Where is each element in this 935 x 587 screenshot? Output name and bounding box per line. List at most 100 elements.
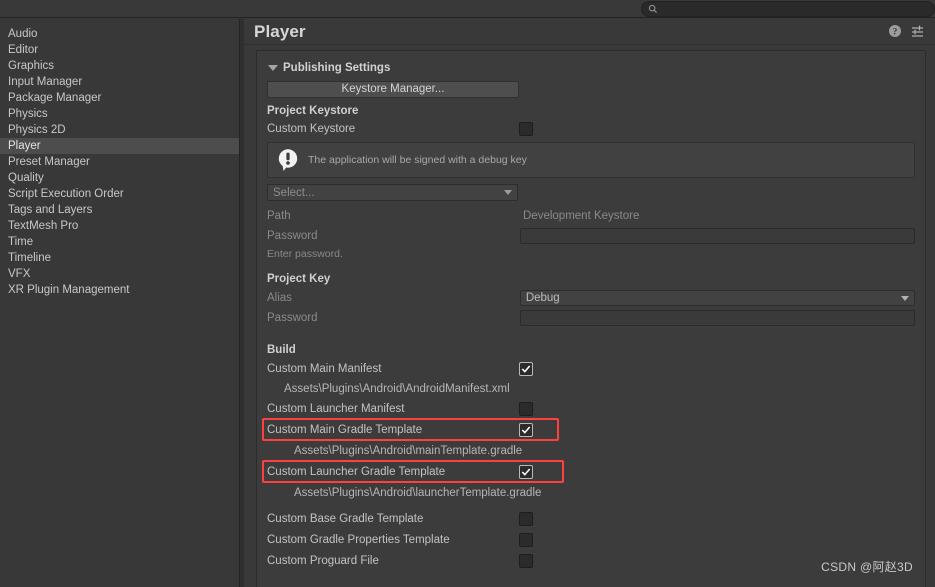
settings-content-card: Publishing Settings Keystore Manager... … xyxy=(256,50,926,587)
sidebar-item-label: Timeline xyxy=(8,252,52,264)
settings-category-sidebar: Audio Editor Graphics Input Manager Pack… xyxy=(0,19,240,587)
sidebar-item-tags-and-layers[interactable]: Tags and Layers xyxy=(0,202,239,218)
keystore-password-row: Password xyxy=(267,226,915,246)
sidebar-item-label: Graphics xyxy=(8,60,55,72)
custom-base-gradle-template-row: Custom Base Gradle Template xyxy=(267,508,915,529)
path-label: Path xyxy=(267,210,291,222)
sidebar-item-label: Preset Manager xyxy=(8,156,90,168)
sidebar-item-package-manager[interactable]: Package Manager xyxy=(0,90,239,106)
sidebar-item-label: Physics xyxy=(8,108,48,120)
sidebar-item-label: Time xyxy=(8,236,34,248)
top-toolbar xyxy=(0,0,935,18)
sidebar-item-vfx[interactable]: VFX xyxy=(0,266,239,282)
sidebar-item-label: Player xyxy=(8,140,41,152)
sidebar-item-label: Editor xyxy=(8,44,39,56)
custom-main-gradle-template-checkbox[interactable] xyxy=(519,423,533,437)
sidebar-item-label: Audio xyxy=(8,28,38,40)
keystore-manager-button[interactable]: Keystore Manager... xyxy=(267,81,519,98)
sidebar-item-label: XR Plugin Management xyxy=(8,284,130,296)
player-settings-panel: Player ? Publishing Settings Keystore Ma… xyxy=(244,19,935,587)
keystore-select-dropdown[interactable]: Select... xyxy=(267,184,518,201)
sidebar-item-editor[interactable]: Editor xyxy=(0,42,239,58)
keystore-password-label: Password xyxy=(267,230,318,242)
search-input[interactable] xyxy=(658,3,908,15)
custom-gradle-properties-template-checkbox[interactable] xyxy=(519,532,533,547)
help-icon[interactable]: ? xyxy=(888,24,902,38)
custom-launcher-gradle-template-row: Custom Launcher Gradle Template xyxy=(262,460,915,483)
panel-header-icons: ? xyxy=(888,24,925,38)
custom-proguard-file-row: Custom Proguard File xyxy=(267,550,915,571)
custom-base-gradle-template-checkbox[interactable] xyxy=(519,511,533,526)
custom-main-manifest-row: Custom Main Manifest xyxy=(267,359,915,379)
warning-icon xyxy=(278,149,298,171)
custom-main-gradle-template-label: Custom Main Gradle Template xyxy=(267,424,423,436)
custom-keystore-row: Custom Keystore xyxy=(267,120,915,138)
custom-gradle-properties-template-label: Custom Gradle Properties Template xyxy=(267,533,450,546)
sidebar-item-physics-2d[interactable]: Physics 2D xyxy=(0,122,239,138)
publishing-settings-label: Publishing Settings xyxy=(283,62,391,74)
sidebar-item-xr-plugin-management[interactable]: XR Plugin Management xyxy=(0,282,239,298)
custom-keystore-label: Custom Keystore xyxy=(267,123,356,135)
custom-launcher-gradle-template-path: Assets\Plugins\Android\launcherTemplate.… xyxy=(294,487,542,499)
triangle-down-icon xyxy=(268,65,278,71)
custom-base-gradle-template-label: Custom Base Gradle Template xyxy=(267,512,424,525)
sidebar-item-physics[interactable]: Physics xyxy=(0,106,239,122)
publishing-settings-foldout[interactable]: Publishing Settings xyxy=(267,59,915,77)
custom-main-gradle-template-path: Assets\Plugins\Android\mainTemplate.grad… xyxy=(294,445,523,457)
sidebar-item-textmesh-pro[interactable]: TextMesh Pro xyxy=(0,218,239,234)
alias-label: Alias xyxy=(267,292,292,304)
custom-launcher-manifest-row: Custom Launcher Manifest xyxy=(267,399,915,419)
search-icon xyxy=(648,4,657,13)
sidebar-item-preset-manager[interactable]: Preset Manager xyxy=(0,154,239,170)
sidebar-item-label: Input Manager xyxy=(8,76,83,88)
sidebar-item-timeline[interactable]: Timeline xyxy=(0,250,239,266)
sidebar-item-label: TextMesh Pro xyxy=(8,220,79,232)
sidebar-item-quality[interactable]: Quality xyxy=(0,170,239,186)
key-password-row: Password xyxy=(267,308,915,328)
alias-dropdown[interactable]: Debug xyxy=(519,290,915,306)
key-password-input[interactable] xyxy=(519,310,915,326)
unity-project-settings-window: Audio Editor Graphics Input Manager Pack… xyxy=(0,0,935,587)
key-alias-row: Alias Debug xyxy=(267,288,915,308)
alias-value: Debug xyxy=(525,292,560,304)
keystore-password-input[interactable] xyxy=(519,228,915,244)
keystore-path-row: Path Development Keystore xyxy=(267,206,915,226)
custom-keystore-checkbox[interactable] xyxy=(519,122,533,136)
watermark: CSDN @阿赵3D xyxy=(821,560,913,574)
custom-launcher-gradle-template-checkbox[interactable] xyxy=(519,465,533,479)
sidebar-item-time[interactable]: Time xyxy=(0,234,239,250)
custom-launcher-manifest-checkbox[interactable] xyxy=(519,402,533,416)
custom-proguard-file-label: Custom Proguard File xyxy=(267,554,379,567)
sidebar-item-label: Package Manager xyxy=(8,92,102,104)
sidebar-item-audio[interactable]: Audio xyxy=(0,26,239,42)
sidebar-item-label: Physics 2D xyxy=(8,124,66,136)
debug-key-warning-box: The application will be signed with a de… xyxy=(267,142,915,178)
chevron-down-icon xyxy=(504,190,512,195)
keystore-select-value: Select... xyxy=(273,186,315,199)
custom-main-manifest-label: Custom Main Manifest xyxy=(267,363,382,375)
key-password-label: Password xyxy=(267,312,318,324)
build-header: Build xyxy=(267,344,296,356)
custom-main-manifest-checkbox[interactable] xyxy=(519,362,533,376)
search-field[interactable] xyxy=(641,1,935,17)
custom-launcher-manifest-label: Custom Launcher Manifest xyxy=(267,403,405,415)
sidebar-item-player[interactable]: Player xyxy=(0,138,239,154)
project-keystore-header: Project Keystore xyxy=(267,105,359,117)
path-value: Development Keystore xyxy=(523,210,640,222)
sidebar-item-label: Quality xyxy=(8,172,44,184)
page-title: Player xyxy=(254,21,306,41)
custom-gradle-properties-template-row: Custom Gradle Properties Template xyxy=(267,529,915,550)
sidebar-item-graphics[interactable]: Graphics xyxy=(0,58,239,74)
custom-launcher-gradle-template-label: Custom Launcher Gradle Template xyxy=(267,466,446,478)
preset-settings-icon[interactable] xyxy=(911,24,925,38)
password-hint: Enter password. xyxy=(267,248,343,260)
custom-main-manifest-path: Assets\Plugins\Android\AndroidManifest.x… xyxy=(284,383,510,395)
sidebar-item-input-manager[interactable]: Input Manager xyxy=(0,74,239,90)
debug-key-warning-text: The application will be signed with a de… xyxy=(308,154,527,166)
sidebar-item-script-execution-order[interactable]: Script Execution Order xyxy=(0,186,239,202)
panel-header: Player ? xyxy=(244,19,935,45)
custom-proguard-file-checkbox[interactable] xyxy=(519,553,533,568)
svg-text:?: ? xyxy=(893,28,898,38)
chevron-down-icon xyxy=(901,295,909,301)
sidebar-item-label: Tags and Layers xyxy=(8,204,93,216)
